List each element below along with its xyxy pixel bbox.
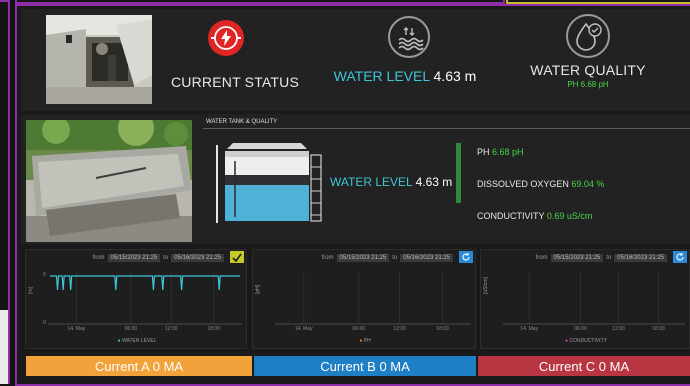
tank-water-level-value: 4.63 m (415, 175, 453, 189)
chart-legend: ● CONDUCTIVITY (481, 338, 690, 344)
refresh-button[interactable] (673, 251, 687, 263)
water-level-readout: WATER LEVEL 4.63 m (330, 68, 480, 84)
current-status-label: CURRENT STATUS (170, 74, 300, 90)
current-bar-b: Current B 0 MA (254, 356, 476, 376)
current-bar-c: Current C 0 MA (478, 356, 690, 376)
well-photo (46, 15, 152, 104)
water-quality-block: WATER QUALITY PH 6.68 pH (520, 12, 650, 96)
to-date-input[interactable]: 05/16/2023 21:25 (171, 253, 224, 262)
x-tick-label: 06:00 (125, 326, 138, 332)
ph-label: PH (477, 147, 490, 157)
tank-section: WATER TANK & QUALITY WATER LEVEL 4.63 m … (203, 117, 690, 243)
x-tick-label: 12:00 (393, 326, 406, 332)
date-range: from 05/15/2023 21:25 to 05/16/2023 21:2… (253, 252, 453, 263)
legend-label: WATER LEVEL (121, 338, 157, 344)
from-label: from (92, 254, 105, 261)
tank-section-divider (203, 128, 690, 129)
water-quality-ph: PH 6.68 pH (567, 80, 609, 89)
chart-panel: from 05/15/2023 21:25 to 05/16/2023 21:2… (480, 249, 690, 349)
water-level-series-line (50, 275, 240, 291)
y-axis-label: [uS/cm] (483, 277, 489, 294)
x-tick-label: 12:00 (165, 326, 178, 332)
y-axis-label: [pH] (255, 284, 261, 294)
quality-indicator-bar (456, 143, 461, 203)
chart-panel: from 05/15/2023 21:25 to 05/16/2023 21:2… (252, 249, 476, 349)
chart-panel: from 05/15/2023 21:25 to 05/16/2023 21:2… (25, 249, 247, 349)
refresh-icon (462, 252, 470, 261)
chart-legend: ● PH (253, 338, 477, 344)
current-bar-label: Current B 0 MA (320, 358, 410, 374)
x-tick-label: 18:00 (652, 326, 665, 332)
power-alert-icon (208, 20, 244, 56)
to-label: to (392, 254, 398, 261)
from-date-input[interactable]: 05/15/2023 21:25 (336, 253, 390, 262)
legend-marker: ● (359, 338, 363, 344)
chart-plot: 14. May 06:00 12:00 18:00 (503, 272, 685, 332)
check-icon (232, 253, 242, 262)
y-tick-label: 5 (43, 272, 46, 278)
y-tick-label: 0 (43, 320, 46, 326)
current-bar-label: Current A 0 MA (94, 358, 184, 374)
to-date-input[interactable]: 05/16/2023 21:25 (614, 253, 667, 262)
ph-reading: PH 6.68 pH (477, 147, 524, 157)
ph-value: 6.68 pH (492, 147, 524, 157)
water-quality-label: WATER QUALITY (530, 62, 646, 78)
water-drop-check-icon (566, 14, 610, 58)
from-date-input[interactable]: 05/15/2023 21:25 (107, 253, 161, 262)
conductivity-reading: CONDUCTIVITY 0.69 uS/cm (477, 211, 592, 221)
water-level-value: 4.63 m (433, 68, 477, 84)
apply-check-button[interactable] (230, 251, 244, 263)
dissolved-oxygen-label: DISSOLVED OXYGEN (477, 179, 569, 189)
dissolved-oxygen-value: 69.04 % (571, 179, 605, 189)
left-white-strip (0, 310, 8, 384)
chart-legend: ● WATER LEVEL (26, 338, 248, 344)
conductivity-value: 0.69 uS/cm (546, 211, 593, 221)
water-level-label: WATER LEVEL (333, 68, 430, 84)
legend-marker: ● (565, 338, 569, 344)
conductivity-label: CONDUCTIVITY (477, 211, 545, 221)
to-date-input[interactable]: 05/16/2023 21:25 (400, 253, 453, 262)
legend-label: CONDUCTIVITY (569, 338, 607, 344)
x-tick-label: 14. May (295, 326, 313, 332)
tank-section-title: WATER TANK & QUALITY (206, 119, 278, 125)
x-tick-label: 06:00 (574, 326, 587, 332)
current-bar-label: Current C 0 MA (538, 358, 630, 374)
to-label: to (163, 254, 169, 261)
dissolved-oxygen-reading: DISSOLVED OXYGEN 69.04 % (477, 179, 604, 189)
x-tick-label: 18:00 (436, 326, 449, 332)
tank-hatch-photo (26, 120, 192, 242)
y-axis-label: [m] (28, 287, 34, 294)
tank-water-level-label: WATER LEVEL (330, 175, 413, 189)
x-tick-label: 12:00 (612, 326, 625, 332)
refresh-button[interactable] (459, 251, 473, 263)
date-range: from 05/15/2023 21:25 to 05/16/2023 21:2… (481, 252, 667, 263)
tank-illustration (213, 139, 325, 229)
water-waves-icon (388, 16, 430, 58)
refresh-icon (676, 252, 684, 261)
top-frame-cap (15, 0, 505, 4)
date-range: from 05/15/2023 21:25 to 05/16/2023 21:2… (26, 252, 224, 263)
x-tick-label: 14. May (520, 326, 538, 332)
current-status-block: CURRENT STATUS (170, 18, 300, 98)
from-label: from (535, 254, 548, 261)
x-tick-label: 18:00 (207, 326, 220, 332)
water-level-block: WATER LEVEL 4.63 m (330, 14, 480, 98)
from-label: from (321, 254, 334, 261)
current-bar-a: Current A 0 MA (26, 356, 252, 376)
x-tick-label: 06:00 (353, 326, 366, 332)
chart-plot: 14. May 06:00 12:00 18:00 5 0 (43, 272, 242, 332)
from-date-input[interactable]: 05/15/2023 21:25 (550, 253, 604, 262)
legend-label: PH (363, 338, 371, 344)
to-label: to (606, 254, 612, 261)
x-tick-label: 14. May (67, 326, 85, 332)
legend-marker: ● (117, 338, 121, 344)
tank-water-level-readout: WATER LEVEL 4.63 m (330, 175, 452, 189)
chart-plot: 14. May 06:00 12:00 18:00 (275, 272, 471, 332)
